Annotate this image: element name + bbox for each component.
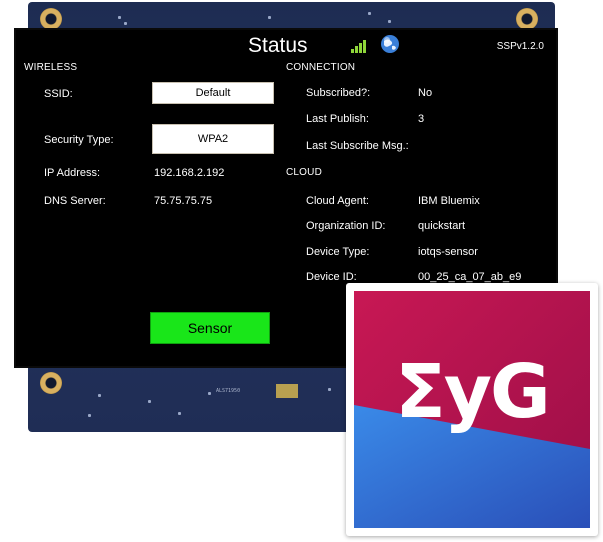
device-type-label: Device Type: [306, 246, 370, 258]
organization-id-value: quickstart [418, 220, 466, 232]
mount-hole-bottom-left [40, 372, 62, 394]
ssid-label: SSID: [44, 88, 73, 100]
device-type-value: iotqs-sensor [418, 246, 478, 258]
last-publish-value: 3 [418, 113, 425, 125]
page-title: Status [248, 34, 308, 57]
dns-server-value: 75.75.75.75 [154, 195, 213, 207]
pcb-pad [388, 20, 391, 23]
mount-hole-top-right [516, 8, 538, 30]
security-type-label: Security Type: [44, 134, 114, 146]
signal-bars-icon [351, 40, 366, 53]
device-id-label: Device ID: [306, 271, 357, 283]
ssid-field[interactable]: Default [152, 82, 274, 104]
cloud-agent-value: IBM Bluemix [418, 195, 480, 207]
version-label: SSPv1.2.0 [496, 41, 544, 52]
dns-server-label: DNS Server: [44, 195, 106, 207]
pcb-pad [118, 16, 121, 19]
pcb-pad [88, 414, 91, 417]
pcb-chip [276, 384, 298, 398]
ip-address-label: IP Address: [44, 167, 101, 179]
mount-hole-top-left [40, 8, 62, 30]
connection-heading: CONNECTION [286, 62, 356, 73]
wireless-heading: WIRELESS [24, 62, 78, 73]
subscribed-value: No [418, 87, 433, 99]
subscribed-label: Subscribed?: [306, 87, 371, 99]
device-id-value: 00_25_ca_07_ab_e9 [418, 271, 522, 283]
pcb-pad [328, 388, 331, 391]
pcb-pad [268, 16, 271, 19]
organization-id-label: Organization ID: [306, 220, 386, 232]
ip-address-value: 192.168.2.192 [154, 167, 225, 179]
eyg-logo: ΣyG [346, 283, 598, 536]
cloud-heading: CLOUD [286, 167, 323, 178]
pcb-pad [368, 12, 371, 15]
chip-marking: ALS71950 [216, 388, 241, 394]
cloud-agent-label: Cloud Agent: [306, 195, 369, 207]
last-publish-label: Last Publish: [306, 113, 369, 125]
pcb-pad [148, 400, 151, 403]
last-subscribe-label: Last Subscribe Msg.: [306, 140, 409, 152]
pcb-pad [208, 392, 211, 395]
pcb-pad [124, 22, 127, 25]
pcb-pad [98, 394, 101, 397]
pcb-pad [178, 412, 181, 415]
security-type-field[interactable]: WPA2 [152, 124, 274, 154]
sensor-button[interactable]: Sensor [150, 312, 270, 344]
globe-icon [381, 35, 399, 53]
logo-text: ΣyG [395, 349, 551, 435]
